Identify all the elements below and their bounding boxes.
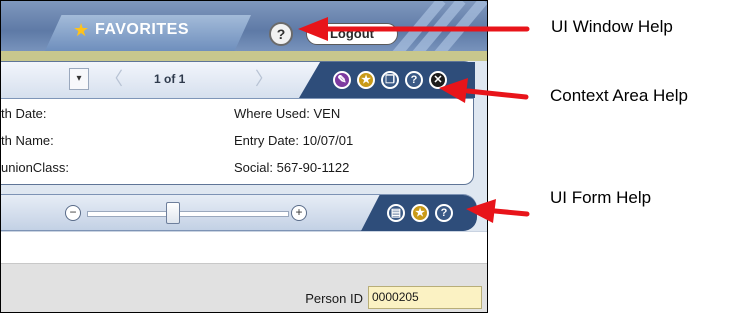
- context-help-arrowhead: [439, 78, 468, 103]
- context-help-arrow: [465, 88, 529, 100]
- window-help-callout: UI Window Help: [551, 17, 673, 36]
- context-help-callout: Context Area Help: [550, 86, 688, 105]
- form-help-arrowhead: [466, 199, 496, 223]
- form-help-arrow: [492, 208, 530, 217]
- window-help-arrowhead: [298, 17, 328, 41]
- form-help-callout: UI Form Help: [550, 188, 652, 207]
- annotation-arrows: [298, 17, 530, 223]
